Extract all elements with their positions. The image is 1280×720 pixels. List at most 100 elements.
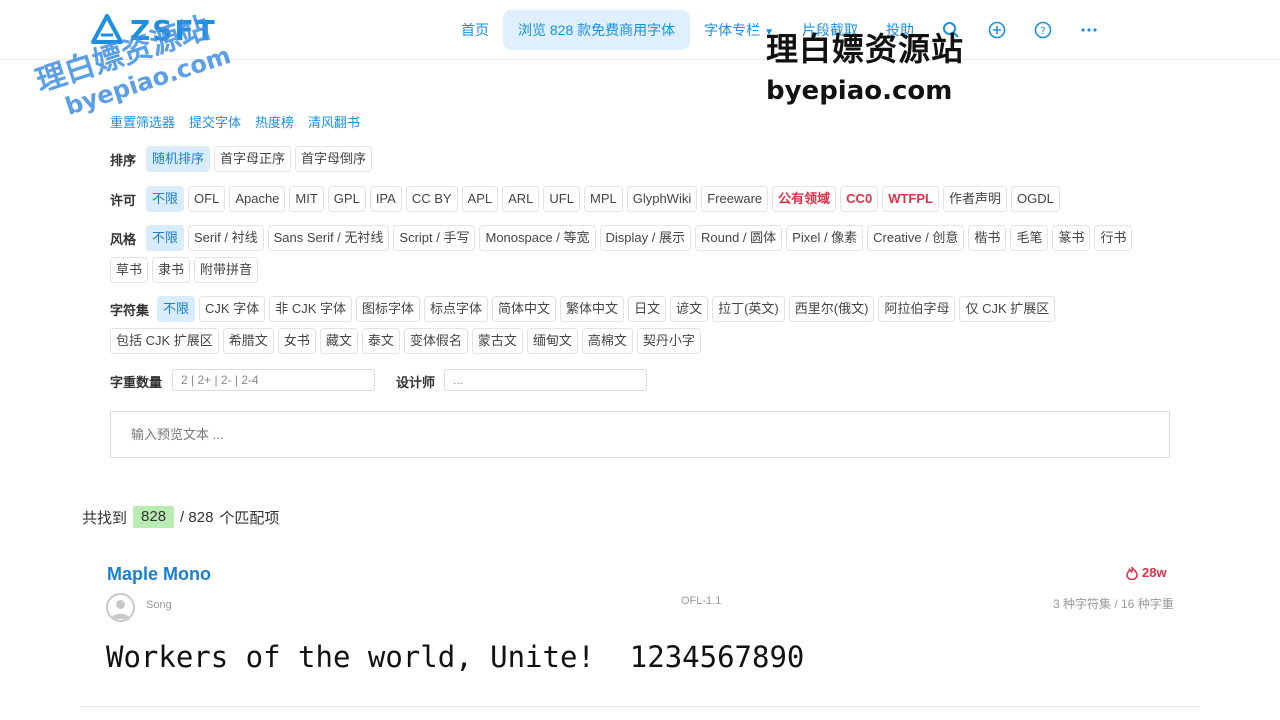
charset-option[interactable]: 缅甸文 xyxy=(526,328,578,354)
license-option[interactable]: ARL xyxy=(502,186,540,212)
charset-option[interactable]: 简体中文 xyxy=(492,296,557,322)
divider xyxy=(82,706,1198,707)
results-found-badge: 828 xyxy=(133,506,175,528)
license-option[interactable]: MIT xyxy=(289,186,324,212)
results-prefix: 共找到 xyxy=(82,509,128,527)
style-option[interactable]: Sans Serif / 无衬线 xyxy=(267,225,390,251)
charset-option[interactable]: CJK 字体 xyxy=(199,296,266,322)
sort-filter-label: 排序 xyxy=(110,152,137,168)
charset-option[interactable]: 谚文 xyxy=(670,296,709,322)
hot-ranking-link[interactable]: 热度榜 xyxy=(255,112,294,131)
sort-option[interactable]: 随机排序 xyxy=(146,146,211,172)
license-option[interactable]: 作者声明 xyxy=(942,186,1007,212)
avatar[interactable] xyxy=(106,593,135,622)
charset-option[interactable]: 拉丁(英文) xyxy=(712,296,785,322)
watermark-left: 理白嫖资源站 byepiao.com xyxy=(20,0,234,127)
charset-option[interactable]: 非 CJK 字体 xyxy=(269,296,352,322)
watermark-right-text: 理白嫖资源站 xyxy=(766,30,965,68)
sort-option[interactable]: 首字母正序 xyxy=(214,146,292,172)
license-option[interactable]: CC0 xyxy=(840,186,879,212)
license-option[interactable]: APL xyxy=(461,186,499,212)
charset-option[interactable]: 女书 xyxy=(277,328,316,354)
style-option[interactable]: Monospace / 等宽 xyxy=(479,225,596,251)
charset-option[interactable]: 阿拉伯字母 xyxy=(878,296,956,322)
charset-option[interactable]: 日文 xyxy=(628,296,667,322)
charset-option[interactable]: 泰文 xyxy=(361,328,400,354)
style-option[interactable]: 篆书 xyxy=(1052,225,1091,251)
charset-option[interactable]: 包括 CJK 扩展区 xyxy=(110,328,219,354)
charset-option[interactable]: 不限 xyxy=(157,296,196,322)
nav-browse-label: 浏览 828 款免费商用字体 xyxy=(518,22,676,38)
user-icon xyxy=(111,600,130,619)
charset-option[interactable]: 藏文 xyxy=(319,328,358,354)
font-meta: 3 种字符集 / 16 种字重 xyxy=(1053,597,1174,611)
filter-row-charset: 字符集 不限 CJK 字体非 CJK 字体 图标字体 标点字体 简体中文 繁体中文 日文 谚文拉… xyxy=(110,296,1170,354)
style-option[interactable]: 楷书 xyxy=(968,225,1007,251)
charset-option[interactable]: 西里尔(俄文) xyxy=(788,296,875,322)
nav-home[interactable]: 首页 xyxy=(447,10,503,50)
results-total: / 828 xyxy=(180,508,214,526)
license-option[interactable]: IPA xyxy=(369,186,402,212)
results-count: 共找到 828 / 828 个匹配项 xyxy=(82,506,279,528)
qingfeng-link[interactable]: 清风翻书 xyxy=(308,112,360,131)
charset-option[interactable]: 契丹小字 xyxy=(636,328,701,354)
style-filter-label: 风格 xyxy=(110,231,137,247)
style-option[interactable]: Display / 展示 xyxy=(599,225,691,251)
nav-browse[interactable]: 浏览 828 款免费商用字体 xyxy=(503,10,691,50)
style-option[interactable]: Script / 手写 xyxy=(393,225,476,251)
font-name-link[interactable]: Maple Mono xyxy=(107,564,211,585)
charset-option[interactable]: 希腊文 xyxy=(222,328,274,354)
designer-input[interactable]: ... xyxy=(444,369,647,391)
license-option[interactable]: WTFPL xyxy=(882,186,939,212)
license-option[interactable]: 公有领域 xyxy=(772,186,837,212)
license-option[interactable]: MPL xyxy=(583,186,623,212)
filter-row-sort: 排序 随机排序 首字母正序 首字母倒序 xyxy=(110,146,1170,172)
nav-home-label: 首页 xyxy=(461,22,489,38)
font-author[interactable]: Song xyxy=(146,599,172,611)
weights-input[interactable]: 2 | 2+ | 2- | 2-4 xyxy=(172,369,375,391)
quick-links: 重置筛选器 提交字体 热度榜 清风翻书 xyxy=(110,112,360,131)
weights-label: 字重数量 xyxy=(110,375,163,390)
style-option[interactable]: Serif / 衬线 xyxy=(188,225,264,251)
style-option[interactable]: 行书 xyxy=(1094,225,1133,251)
style-option[interactable]: Pixel / 像素 xyxy=(786,225,864,251)
charset-option[interactable]: 繁体中文 xyxy=(560,296,625,322)
style-option[interactable]: 不限 xyxy=(146,225,185,251)
filter-row-license: 许可 不限 OFL Apache MIT GPL IPA CC BY APL ARL UFL MPL G… xyxy=(110,186,1170,212)
plus-circle-icon[interactable] xyxy=(974,10,1020,50)
watermark-right-url: byepiao.com xyxy=(766,76,953,106)
hot-count: 28w xyxy=(1142,565,1167,580)
charset-option[interactable]: 图标字体 xyxy=(356,296,421,322)
style-option[interactable]: Round / 圆体 xyxy=(695,225,783,251)
watermark-right: 理白嫖资源站 byepiao.com xyxy=(766,24,964,106)
charset-option[interactable]: 高棉文 xyxy=(581,328,633,354)
charset-option[interactable]: 标点字体 xyxy=(424,296,489,322)
charset-option[interactable]: 蒙古文 xyxy=(471,328,523,354)
license-filter-label: 许可 xyxy=(110,192,137,208)
charset-filter-label: 字符集 xyxy=(110,302,150,318)
style-option[interactable]: 附带拼音 xyxy=(194,257,259,283)
preview-text-input[interactable]: 输入预览文本 ... xyxy=(110,411,1170,458)
submit-font-link[interactable]: 提交字体 xyxy=(189,112,241,131)
license-option[interactable]: GlyphWiki xyxy=(626,186,698,212)
charset-option[interactable]: 仅 CJK 扩展区 xyxy=(959,296,1056,322)
license-option[interactable]: OFL xyxy=(188,186,226,212)
license-option[interactable]: Freeware xyxy=(701,186,769,212)
license-option[interactable]: CC BY xyxy=(405,186,458,212)
sort-option[interactable]: 首字母倒序 xyxy=(295,146,373,172)
style-option[interactable]: 草书 xyxy=(110,257,149,283)
style-option[interactable]: Creative / 创意 xyxy=(867,225,965,251)
charset-option[interactable]: 变体假名 xyxy=(403,328,468,354)
style-option[interactable]: 隶书 xyxy=(152,257,191,283)
license-option[interactable]: UFL xyxy=(543,186,580,212)
license-option[interactable]: OGDL xyxy=(1010,186,1060,212)
license-option[interactable]: Apache xyxy=(229,186,286,212)
more-icon[interactable] xyxy=(1066,10,1112,50)
reset-filters-link[interactable]: 重置筛选器 xyxy=(110,112,175,131)
style-option[interactable]: 毛笔 xyxy=(1010,225,1049,251)
results-suffix: 个匹配项 xyxy=(219,509,280,527)
license-option[interactable]: GPL xyxy=(327,186,366,212)
help-circle-icon[interactable]: ? xyxy=(1020,10,1066,50)
license-option[interactable]: 不限 xyxy=(146,186,185,212)
svg-text:?: ? xyxy=(1040,26,1045,37)
